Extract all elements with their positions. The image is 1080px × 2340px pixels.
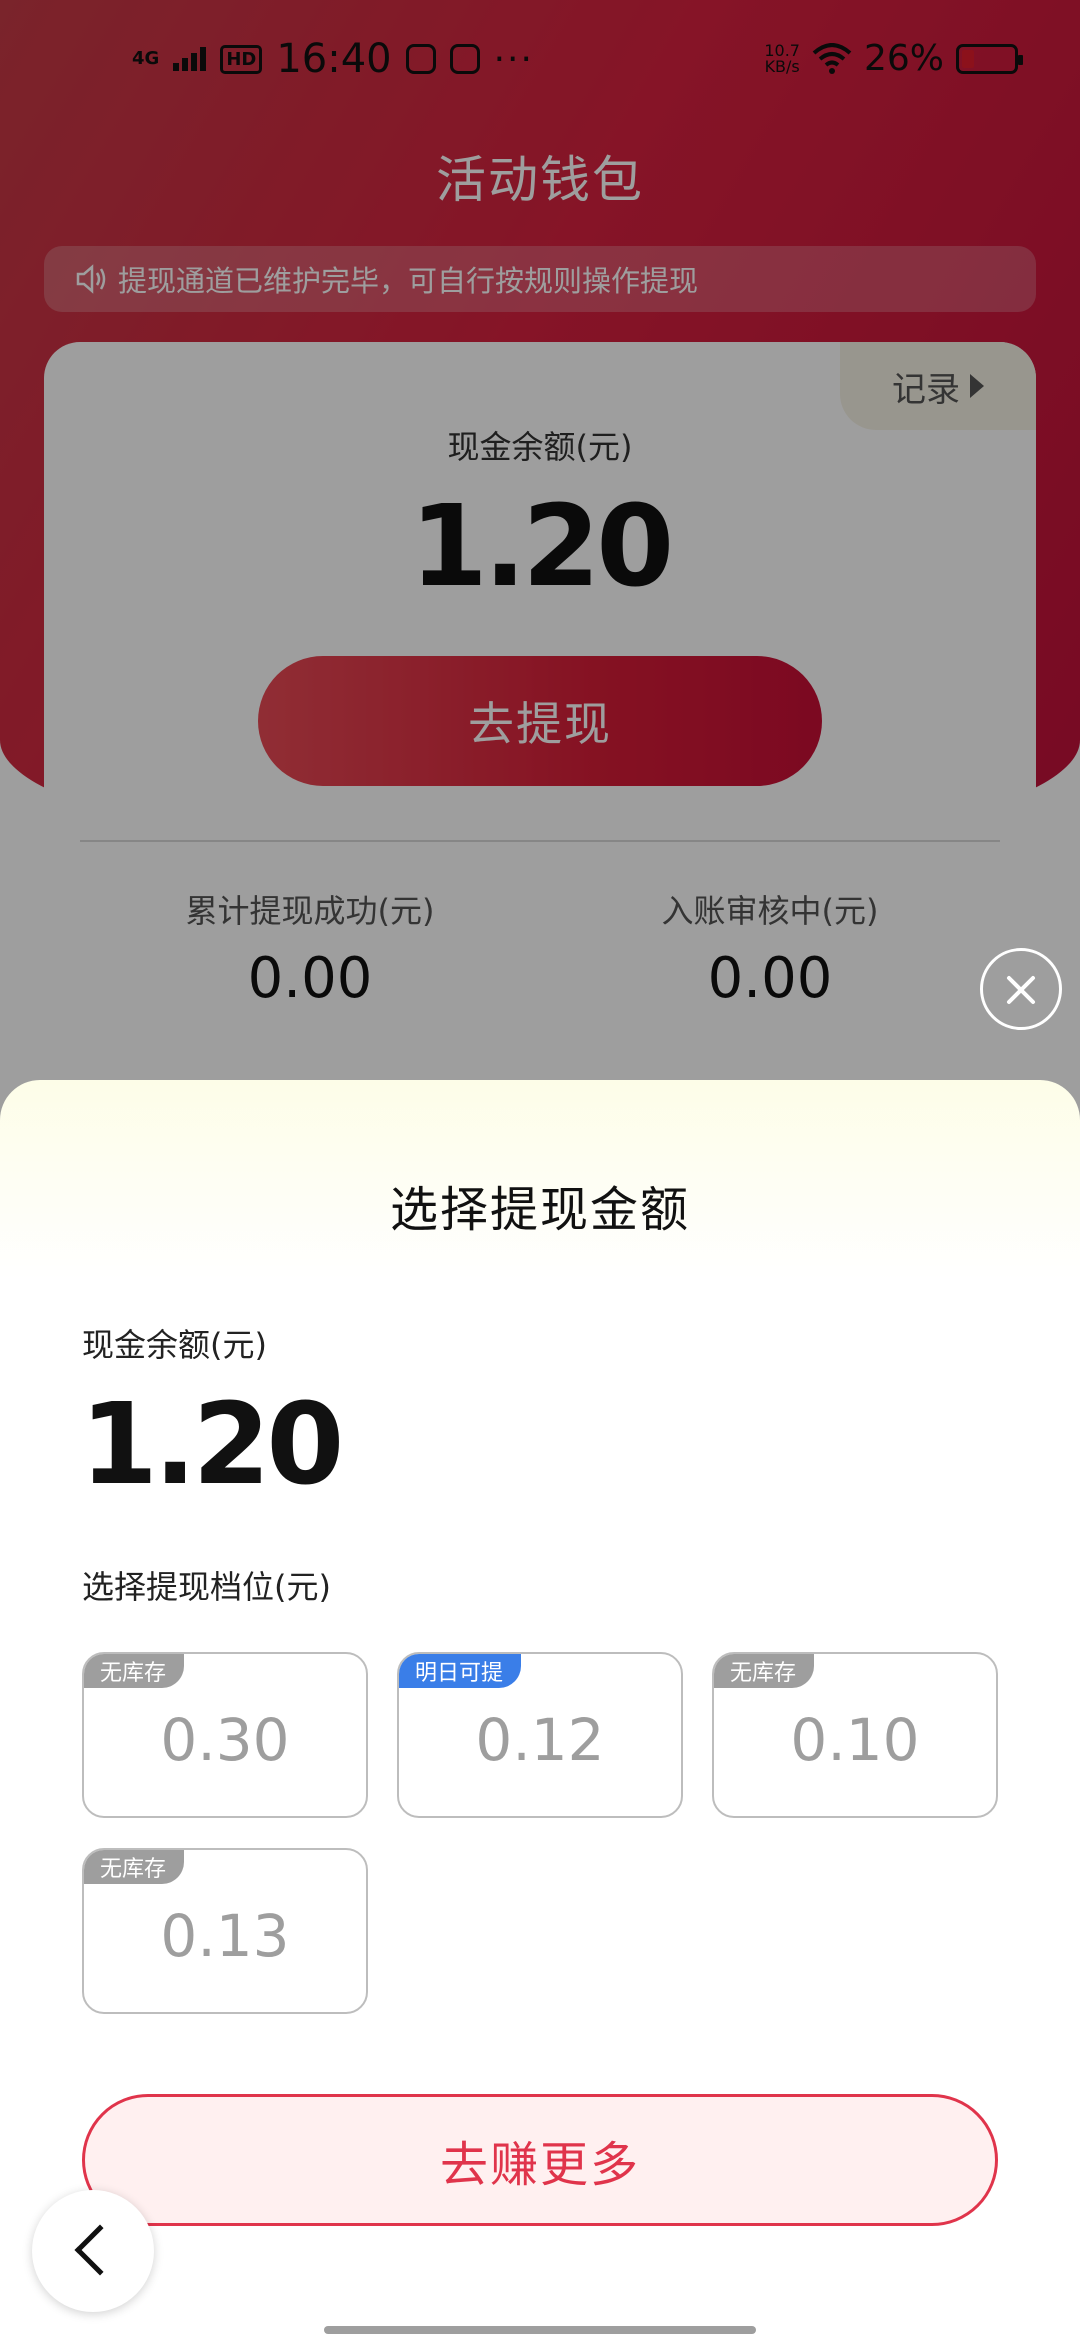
tier-option[interactable]: 0.10 无库存	[712, 1652, 998, 1818]
back-button[interactable]	[32, 2190, 154, 2312]
tier-label: 选择提现档位(元)	[82, 1568, 331, 1606]
sheet-title: 选择提现金额	[389, 1182, 690, 1238]
tier-option[interactable]: 0.12 明日可提	[397, 1652, 683, 1818]
earn-more-button[interactable]: 去赚更多	[82, 2094, 998, 2226]
tier-badge: 明日可提	[399, 1654, 522, 1688]
tier-option[interactable]: 0.30 无库存	[82, 1652, 368, 1818]
withdraw-amount-sheet: 选择提现金额 现金余额(元) 1.20 选择提现档位(元) 0.30 无库存 0…	[0, 1080, 1080, 2340]
tier-badge: 无库存	[84, 1654, 185, 1688]
tier-badge: 无库存	[84, 1850, 185, 1884]
tier-badge: 无库存	[714, 1654, 815, 1688]
home-indicator[interactable]	[324, 2326, 756, 2334]
chevron-left-icon	[74, 2224, 126, 2276]
sheet-balance-label: 现金余额(元)	[82, 1326, 267, 1364]
tier-option[interactable]: 0.13 无库存	[82, 1848, 368, 2014]
sheet-balance-value: 1.20	[80, 1380, 344, 1510]
close-icon[interactable]	[980, 948, 1062, 1030]
